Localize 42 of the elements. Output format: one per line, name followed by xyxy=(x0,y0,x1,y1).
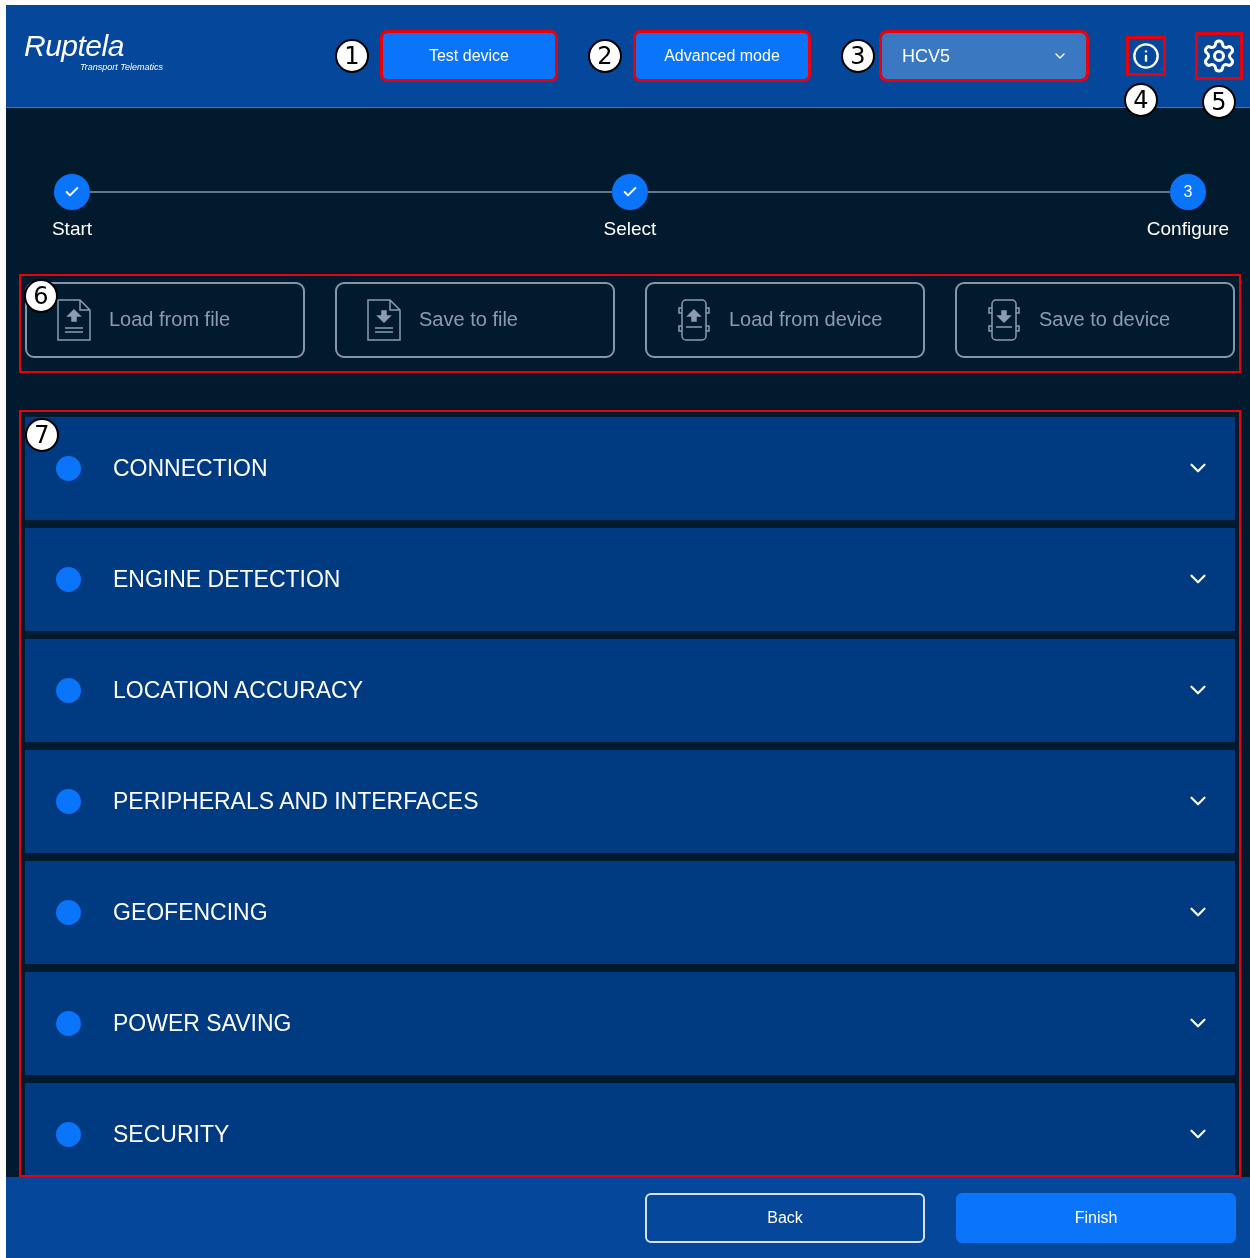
header-button[interactable]: Advanced mode xyxy=(636,33,808,79)
file-download-icon xyxy=(365,297,403,342)
step-done-icon xyxy=(54,174,90,210)
finish-button[interactable]: Finish xyxy=(956,1192,1236,1243)
callout-number: 3 xyxy=(841,39,875,73)
device-select[interactable]: HCV5 xyxy=(882,33,1086,79)
accordion-section[interactable]: POWER SAVING xyxy=(25,971,1235,1075)
step-label: Select xyxy=(603,218,657,240)
status-dot xyxy=(56,1010,81,1036)
accordion-section[interactable]: PERIPHERALS AND INTERFACES xyxy=(25,749,1235,853)
callout-number: 1 xyxy=(335,39,369,73)
callout-number: 4 xyxy=(1124,83,1158,117)
device-upload-icon xyxy=(675,297,713,342)
accordion-section[interactable]: ENGINE DETECTION xyxy=(25,527,1235,631)
status-dot xyxy=(56,899,81,925)
file-action-button[interactable]: Save to device xyxy=(955,281,1235,358)
header-button[interactable]: Test device xyxy=(383,33,555,79)
select-value: HCV5 xyxy=(902,45,950,67)
back-button[interactable]: Back xyxy=(645,1192,925,1243)
step-label: Configure xyxy=(1146,218,1230,240)
callout-number: 5 xyxy=(1202,85,1236,119)
settings-icon[interactable] xyxy=(1198,35,1240,77)
step-done-icon xyxy=(612,174,648,210)
callout-number: 2 xyxy=(588,39,622,73)
status-dot xyxy=(56,455,81,481)
device-download-icon xyxy=(985,297,1023,342)
file-action-button[interactable]: Load from device xyxy=(645,281,925,358)
accordion-section[interactable]: LOCATION ACCURACY xyxy=(25,638,1235,742)
accordion-section[interactable]: SECURITY xyxy=(25,1082,1235,1175)
logo-tagline: Transport Telematics xyxy=(80,61,164,72)
step-number: 3 xyxy=(1170,174,1206,210)
status-dot xyxy=(56,566,81,592)
accordion-section[interactable]: GEOFENCING xyxy=(25,860,1235,964)
file-action-button[interactable]: Save to file xyxy=(335,281,615,358)
logo-name: Ruptela xyxy=(24,30,124,61)
status-dot xyxy=(56,788,81,814)
info-icon[interactable] xyxy=(1129,39,1163,73)
callout-number: 6 xyxy=(24,278,58,313)
status-dot xyxy=(56,677,81,703)
step-label: Start xyxy=(51,218,93,240)
status-dot xyxy=(56,1121,81,1147)
file-upload-icon xyxy=(55,297,93,342)
